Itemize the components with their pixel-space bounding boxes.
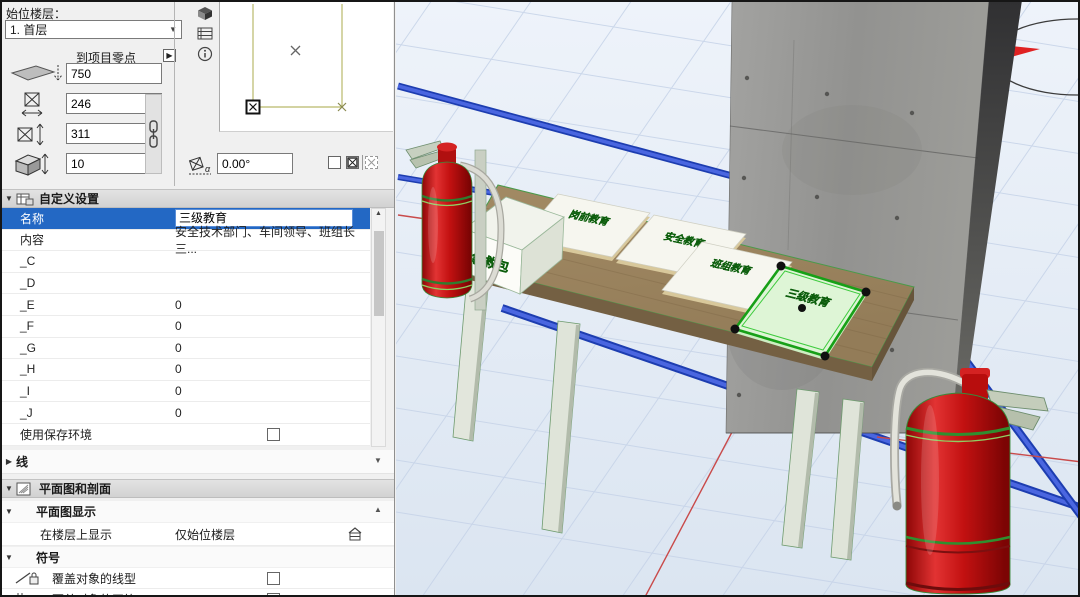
- property-row[interactable]: _F 0: [2, 316, 370, 338]
- width-icon: [20, 91, 46, 119]
- scroll-down-icon[interactable]: ▼: [374, 456, 382, 465]
- property-row[interactable]: _G 0: [2, 338, 370, 360]
- divider: [362, 155, 363, 170]
- info-icon[interactable]: [197, 46, 213, 62]
- mirror-off-icon[interactable]: [365, 156, 378, 169]
- property-row[interactable]: _J 0: [2, 402, 370, 424]
- section-custom-settings[interactable]: ▼ 自定义设置: [2, 189, 394, 208]
- pen-icon: [14, 592, 44, 597]
- collapse-triangle-icon: ▼: [2, 507, 16, 516]
- app-window: 始位楼层： 1. 首层 ▼ 到项目零点 ▶: [0, 0, 1080, 597]
- use-saved-environment-row[interactable]: 使用保存环境: [2, 424, 370, 446]
- override-pen-row[interactable]: 覆盖对象的画笔: [2, 589, 394, 597]
- rotation-angle-icon: α: [187, 152, 215, 178]
- section-plan-and-section[interactable]: ▼ 平面图和剖面: [2, 479, 394, 498]
- property-row-content[interactable]: 内容 安全技术部门、车间领导、班组长三...: [2, 230, 370, 252]
- scroll-up-icon[interactable]: ▲: [374, 505, 382, 514]
- override-linetype-checkbox[interactable]: [267, 572, 280, 585]
- chain-icon: [147, 118, 160, 150]
- property-row[interactable]: _D: [2, 273, 370, 295]
- thickness-icon: [12, 151, 52, 179]
- rotate-checkbox[interactable]: [328, 156, 341, 169]
- elevation-field[interactable]: [66, 63, 162, 84]
- expand-triangle-icon: ▶: [2, 457, 16, 466]
- subsection-symbol[interactable]: ▼ 符号: [2, 547, 394, 567]
- elevation-icon: [8, 61, 62, 89]
- 3d-scene: 岗前教育 安全教育 班组教育 三级教育: [396, 2, 1078, 595]
- symbol-preview-pane[interactable]: [219, 2, 393, 132]
- property-row[interactable]: _E 0: [2, 294, 370, 316]
- home-story-select[interactable]: 1. 首层 ▼: [5, 20, 182, 39]
- mirror-on-icon[interactable]: [346, 156, 359, 169]
- override-linetype-row[interactable]: 覆盖对象的线型: [2, 568, 394, 589]
- custom-settings-icon: [16, 192, 34, 206]
- collapse-triangle-icon: ▼: [2, 194, 16, 203]
- settings-panel: 始位楼层： 1. 首层 ▼ 到项目零点 ▶: [2, 2, 395, 595]
- divider: [174, 2, 175, 186]
- property-row[interactable]: _H 0: [2, 359, 370, 381]
- svg-text:α: α: [205, 164, 211, 174]
- subsection-plan-display[interactable]: ▼ 平面图显示: [2, 501, 394, 522]
- link-dimensions-toggle[interactable]: [145, 94, 162, 174]
- frames-icon[interactable]: [197, 27, 213, 40]
- scrollbar-thumb[interactable]: [374, 231, 384, 316]
- 3d-viewport[interactable]: 岗前教育 安全教育 班组教育 三级教育: [396, 2, 1078, 595]
- property-row[interactable]: _I 0: [2, 381, 370, 403]
- 3d-cube-icon[interactable]: [197, 6, 213, 21]
- height-icon: [16, 122, 52, 148]
- preview-drawing: [220, 2, 394, 132]
- show-on-stories-row[interactable]: 在楼层上显示 仅始位楼层: [2, 523, 394, 546]
- rotation-angle-field[interactable]: [217, 153, 293, 174]
- plan-section-icon: [16, 482, 34, 496]
- home-story-value: 1. 首层: [10, 21, 47, 38]
- linetype-lock-icon: [14, 570, 44, 586]
- section-line[interactable]: ▶ 线: [2, 450, 394, 474]
- collapse-triangle-icon: ▼: [2, 553, 16, 562]
- scroll-up-icon[interactable]: ▲: [372, 210, 385, 217]
- use-saved-environment-checkbox[interactable]: [267, 428, 280, 441]
- collapse-triangle-icon: ▼: [2, 484, 16, 493]
- table-scrollbar[interactable]: ▲: [371, 208, 386, 447]
- override-pen-checkbox[interactable]: [267, 593, 280, 597]
- custom-properties-table: 名称 三级教育 内容 安全技术部门、车间领导、班组长三... _C _D _E …: [2, 208, 370, 446]
- story-building-icon: [346, 526, 364, 542]
